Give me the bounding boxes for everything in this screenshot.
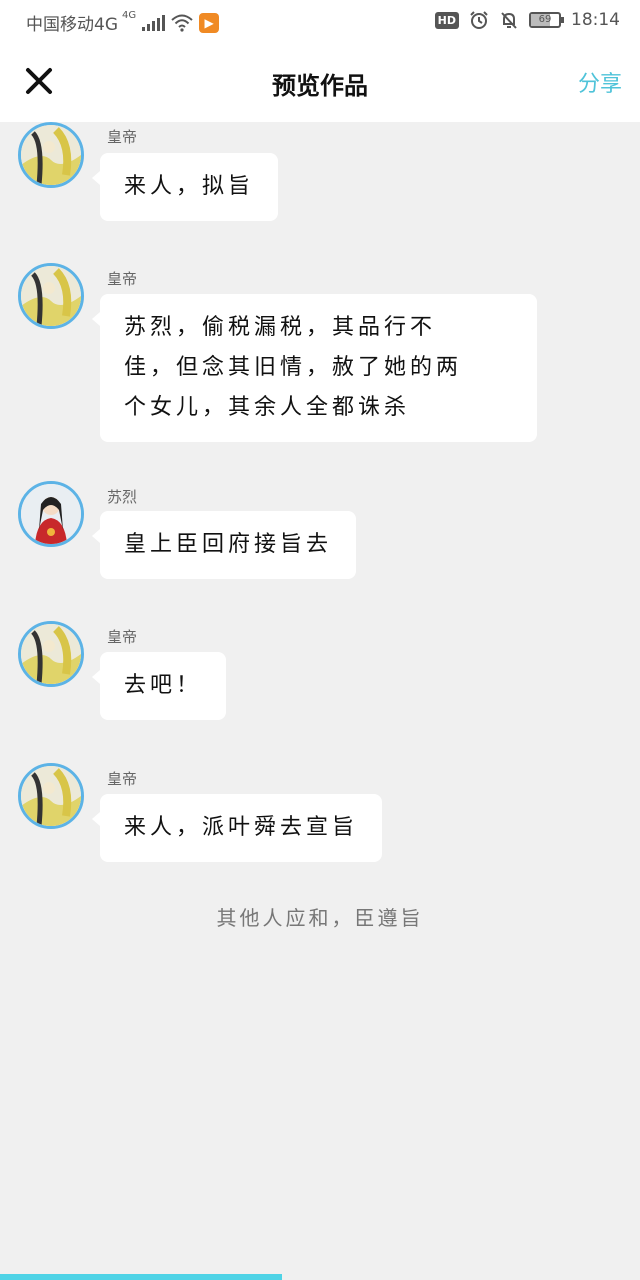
message-bubble: 皇上臣回府接旨去 xyxy=(91,511,357,579)
avatar-emperor[interactable] xyxy=(18,122,84,188)
emperor-avatar-image xyxy=(21,125,81,185)
message-bubble: 去吧！ xyxy=(91,652,227,720)
bell-muted-icon xyxy=(501,12,517,29)
message-text: 去吧！ xyxy=(124,673,203,698)
sender-name: 皇帝 xyxy=(107,270,138,288)
message-text-line: 苏烈，偷税漏税，其品行不 xyxy=(124,315,437,340)
alarm-icon xyxy=(470,11,488,29)
avatar-emperor[interactable] xyxy=(18,621,84,687)
minister-avatar-image xyxy=(21,484,81,544)
share-button[interactable]: 分享 xyxy=(578,66,622,98)
message-text-line: 佳，但念其旧情，赦了她的两 xyxy=(124,355,463,380)
message-text: 来人，派叶舜去宣旨 xyxy=(124,815,359,840)
message-bubble: 苏烈，偷税漏税，其品行不 佳，但念其旧情，赦了她的两 个女儿，其余人全都诛杀 xyxy=(92,294,537,442)
status-bar: 中国移动4G 4G ▶ HD 69 18:14 xyxy=(0,0,640,42)
top-navigation-bar: 预览作品 分享 xyxy=(0,42,640,122)
message-text-line: 个女儿，其余人全都诛杀 xyxy=(124,395,411,420)
message-text: 来人，拟旨 xyxy=(124,174,255,199)
app-badge-icon: ▶ xyxy=(199,12,220,33)
page-title: 预览作品 xyxy=(272,71,368,100)
progress-fill xyxy=(0,1274,282,1280)
avatar-emperor[interactable] xyxy=(18,763,84,829)
sender-name: 苏烈 xyxy=(107,488,138,506)
message-text: 皇上臣回府接旨去 xyxy=(124,532,333,557)
sender-name: 皇帝 xyxy=(107,770,138,788)
battery-level: 69 xyxy=(538,14,552,25)
battery-icon: 69 xyxy=(529,12,564,28)
sender-name: 皇帝 xyxy=(107,128,138,146)
sender-name: 皇帝 xyxy=(107,628,138,646)
network-badge: 4G xyxy=(122,10,137,21)
avatar-minister[interactable] xyxy=(18,481,84,547)
narration-text: 其他人应和，臣遵旨 xyxy=(216,906,424,930)
message-bubble: 来人，派叶舜去宣旨 xyxy=(91,794,383,862)
clock: 18:14 xyxy=(571,10,620,30)
status-right: HD 69 18:14 xyxy=(434,10,620,30)
playback-progress-bar[interactable] xyxy=(0,1274,640,1280)
avatar-emperor[interactable] xyxy=(18,263,84,329)
emperor-avatar-image xyxy=(21,624,81,684)
hd-icon: HD xyxy=(434,11,459,29)
message-bubble: 来人，拟旨 xyxy=(91,153,279,221)
signal-icon xyxy=(142,14,166,31)
emperor-avatar-image xyxy=(21,766,81,826)
emperor-avatar-image xyxy=(21,266,81,326)
carrier-label: 中国移动4G xyxy=(26,15,118,35)
wifi-icon xyxy=(171,14,193,32)
status-left: 中国移动4G 4G ▶ xyxy=(26,10,220,35)
